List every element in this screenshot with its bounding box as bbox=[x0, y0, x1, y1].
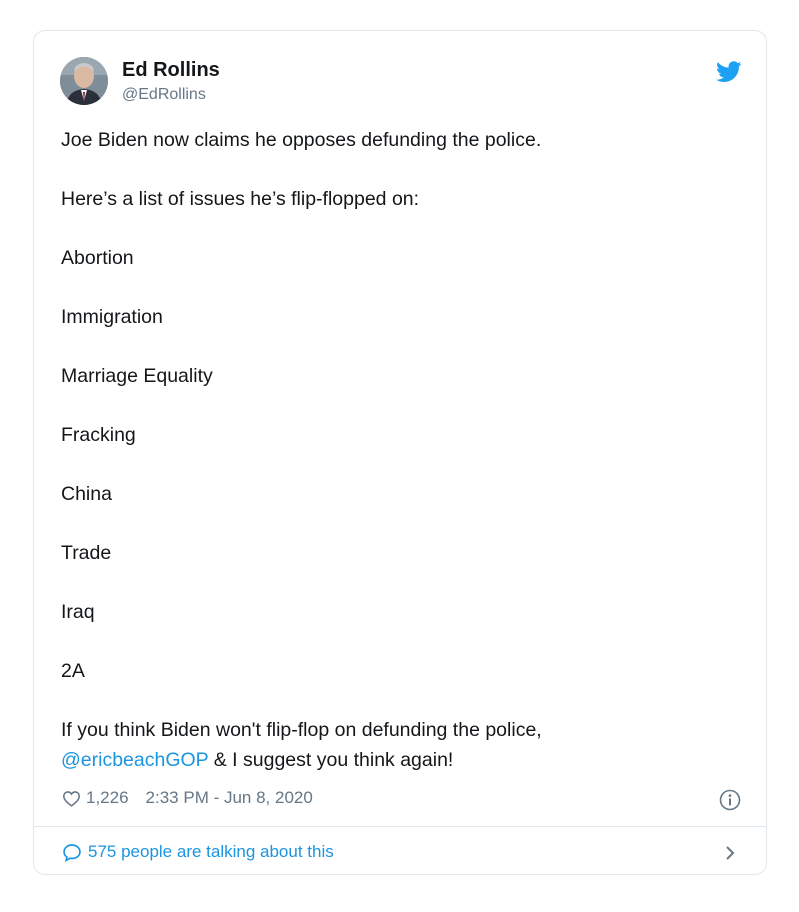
tweet-line: If you think Biden won't flip-flop on de… bbox=[61, 719, 542, 741]
divider bbox=[34, 826, 766, 827]
heart-outline-icon[interactable] bbox=[62, 790, 81, 807]
chevron-right-icon[interactable] bbox=[724, 843, 736, 863]
avatar[interactable] bbox=[60, 57, 108, 105]
tweet-closing-line: @ericbeachGOP & I suggest you think agai… bbox=[61, 745, 741, 775]
issue-item: Iraq bbox=[61, 601, 95, 623]
issue-item: Abortion bbox=[61, 247, 134, 269]
conversation-count: 575 people are talking about this bbox=[88, 842, 334, 861]
mention-link[interactable]: @ericbeachGOP bbox=[61, 749, 208, 771]
author-name[interactable]: Ed Rollins bbox=[122, 59, 220, 82]
issue-item: China bbox=[61, 483, 112, 505]
issue-item: Marriage Equality bbox=[61, 365, 213, 387]
info-circle-icon[interactable] bbox=[719, 789, 741, 811]
like-count[interactable]: 1,226 bbox=[86, 788, 129, 808]
tweet-text: Joe Biden now claims he opposes defundin… bbox=[61, 125, 741, 775]
tweet-line: Here’s a list of issues he’s flip-floppe… bbox=[61, 188, 420, 210]
tweet-meta: 1,226 2:33 PM - Jun 8, 2020 bbox=[62, 788, 313, 808]
issue-item: Immigration bbox=[61, 306, 163, 328]
conversation-link[interactable]: 575 people are talking about this bbox=[62, 842, 334, 862]
issue-item: 2A bbox=[61, 660, 85, 682]
author-handle[interactable]: @EdRollins bbox=[122, 86, 206, 104]
twitter-bird-icon[interactable] bbox=[716, 61, 742, 83]
tweet-line: Joe Biden now claims he opposes defundin… bbox=[61, 129, 542, 151]
issue-item: Fracking bbox=[61, 424, 136, 446]
tweet-card: Ed Rollins @EdRollins Joe Biden now clai… bbox=[33, 30, 767, 875]
tweet-closing-text: & I suggest you think again! bbox=[208, 749, 454, 771]
speech-bubble-icon bbox=[63, 843, 81, 862]
issue-item: Trade bbox=[61, 542, 112, 564]
timestamp[interactable]: 2:33 PM - Jun 8, 2020 bbox=[146, 788, 313, 808]
